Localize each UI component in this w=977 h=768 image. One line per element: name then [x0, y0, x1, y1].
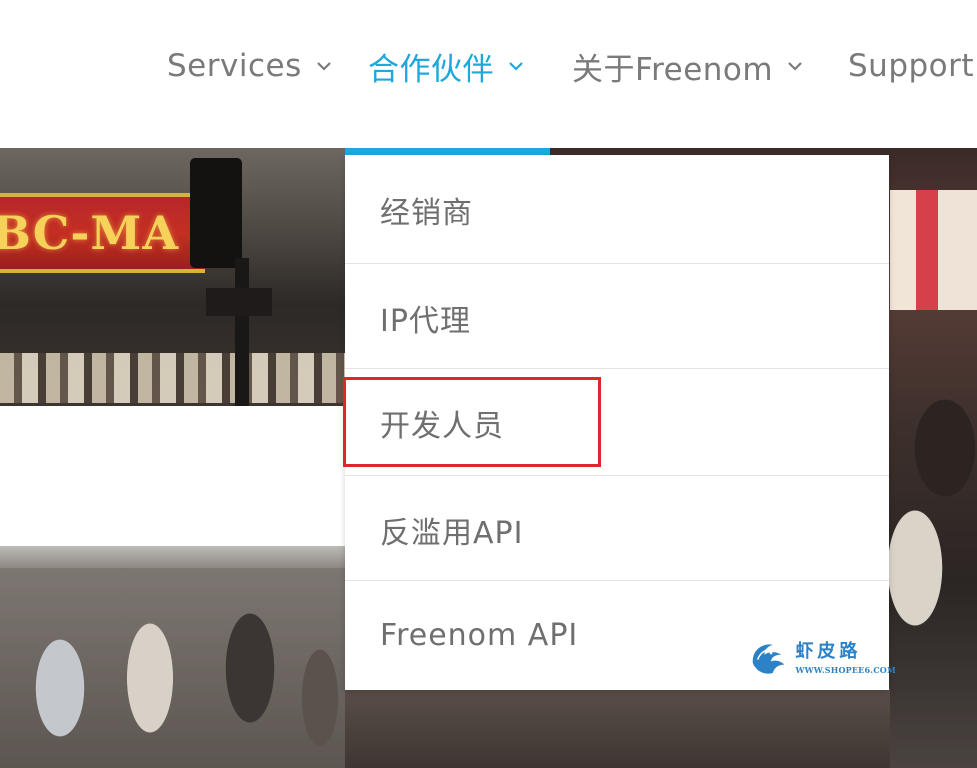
top-nav: Services 合作伙伴 关于Freenom Support — [0, 0, 977, 140]
signal-pole — [235, 258, 249, 408]
dropdown-item-anti-abuse-api[interactable]: 反滥用API — [345, 477, 889, 582]
partners-dropdown-menu: 经销商 IP代理 开发人员 反滥用API Freenom API — [345, 155, 889, 690]
dropdown-item-label: 开发人员 — [380, 408, 504, 444]
dropdown-item-ip-proxy[interactable]: IP代理 — [345, 265, 889, 370]
dropdown-active-indicator — [345, 148, 550, 155]
page: BC-MA Services 合作伙伴 关于Freenom Support 经销… — [0, 0, 977, 768]
dropdown-divider — [345, 263, 889, 264]
dropdown-divider — [345, 475, 889, 476]
hero-storefront-sign: BC-MA — [0, 193, 205, 273]
watermark-url: WWW.SHOPEE6.COM — [795, 664, 896, 675]
nav-item-about[interactable]: 关于Freenom — [572, 46, 803, 88]
hero-white-band — [0, 406, 360, 546]
dropdown-item-label: 反滥用API — [380, 515, 524, 551]
signal-box — [206, 288, 272, 316]
chevron-down-icon — [508, 59, 524, 73]
dropdown-item-label: IP代理 — [380, 303, 471, 339]
nav-item-label: Services — [167, 48, 302, 84]
hero-crowd-bottom — [345, 688, 890, 768]
dropdown-divider — [345, 368, 889, 369]
nav-item-label: Support — [848, 48, 975, 84]
nav-item-services[interactable]: Services — [167, 46, 332, 86]
watermark: 虾皮路 WWW.SHOPEE6.COM — [746, 632, 896, 684]
chevron-down-icon — [316, 59, 332, 73]
hero-shop-lights — [0, 353, 350, 403]
hero-crowd-left — [0, 568, 360, 768]
dropdown-item-label: 经销商 — [380, 195, 473, 231]
nav-item-label: 关于Freenom — [572, 51, 774, 88]
hero-sign-text: BC-MA — [0, 206, 180, 260]
dropdown-item-developers[interactable]: 开发人员 — [345, 370, 889, 475]
watermark-text: 虾皮路 — [795, 640, 862, 662]
chevron-down-icon — [787, 59, 803, 73]
dragon-logo-icon — [752, 644, 785, 674]
nav-item-support[interactable]: Support — [848, 46, 974, 86]
nav-item-partners[interactable]: 合作伙伴 — [368, 46, 524, 88]
hero-grey-band — [0, 546, 360, 568]
dropdown-divider — [345, 580, 889, 581]
hero-right-sign — [890, 190, 977, 310]
traffic-signal — [190, 158, 242, 268]
dropdown-item-resellers[interactable]: 经销商 — [345, 157, 889, 262]
dropdown-item-label: Freenom API — [380, 618, 579, 653]
nav-item-label: 合作伙伴 — [368, 51, 494, 88]
